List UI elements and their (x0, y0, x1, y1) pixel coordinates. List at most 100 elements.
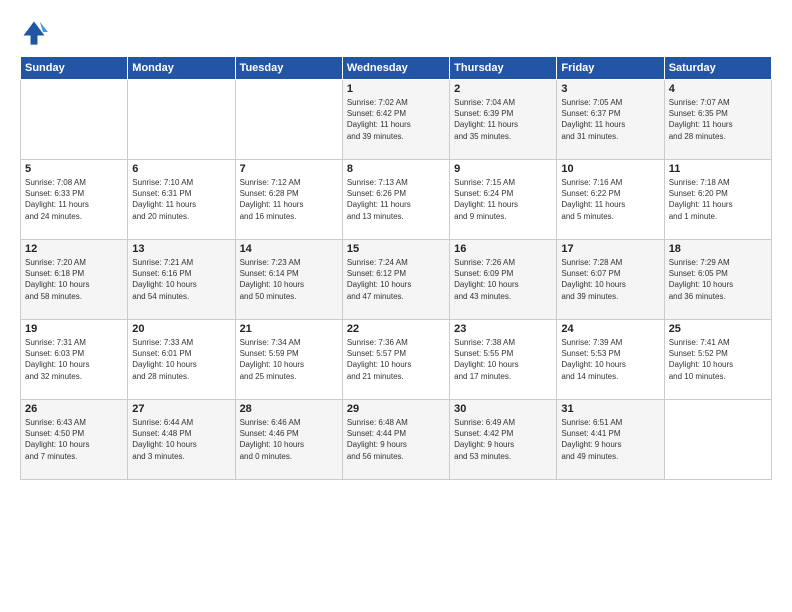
cell-content: Sunrise: 7:12 AM Sunset: 6:28 PM Dayligh… (240, 177, 338, 222)
calendar-cell: 26 Sunrise: 6:43 AM Sunset: 4:50 PM Dayli… (21, 400, 128, 480)
calendar-table: SundayMondayTuesdayWednesdayThursdayFrid… (20, 56, 772, 480)
calendar-cell: 4Sunrise: 7:07 AM Sunset: 6:35 PM Daylig… (664, 80, 771, 160)
calendar-cell: 31Sunrise: 6:51 AM Sunset: 4:41 PM Dayli… (557, 400, 664, 480)
day-number: 2 (454, 83, 552, 95)
calendar-cell: 3 Sunrise: 7:05 AM Sunset: 6:37 PM Daylig… (557, 80, 664, 160)
calendar-container: SundayMondayTuesdayWednesdayThursdayFrid… (0, 0, 792, 490)
day-number: 27 (132, 403, 230, 415)
day-number: 12 (25, 243, 123, 255)
calendar-cell: 30 Sunrise: 6:49 AM Sunset: 4:42 PM Dayli… (450, 400, 557, 480)
cell-content: Sunrise: 7:10 AM Sunset: 6:31 PM Dayligh… (132, 177, 230, 222)
calendar-cell: 19 Sunrise: 7:31 AM Sunset: 6:03 PM Dayli… (21, 320, 128, 400)
calendar-cell: 7 Sunrise: 7:12 AM Sunset: 6:28 PM Daylig… (235, 160, 342, 240)
week-row-5: 26 Sunrise: 6:43 AM Sunset: 4:50 PM Dayli… (21, 400, 772, 480)
logo (20, 18, 52, 46)
day-number: 5 (25, 163, 123, 175)
day-number: 15 (347, 243, 445, 255)
calendar-cell: 17 Sunrise: 7:28 AM Sunset: 6:07 PM Dayli… (557, 240, 664, 320)
day-number: 14 (240, 243, 338, 255)
day-number: 7 (240, 163, 338, 175)
cell-content: Sunrise: 7:34 AM Sunset: 5:59 PM Dayligh… (240, 337, 338, 382)
week-row-3: 12 Sunrise: 7:20 AM Sunset: 6:18 PM Dayli… (21, 240, 772, 320)
week-row-4: 19 Sunrise: 7:31 AM Sunset: 6:03 PM Dayli… (21, 320, 772, 400)
calendar-cell: 9 Sunrise: 7:15 AM Sunset: 6:24 PM Daylig… (450, 160, 557, 240)
day-number: 19 (25, 323, 123, 335)
calendar-cell: 29 Sunrise: 6:48 AM Sunset: 4:44 PM Dayli… (342, 400, 449, 480)
cell-content: Sunrise: 7:16 AM Sunset: 6:22 PM Dayligh… (561, 177, 659, 222)
cell-content: Sunrise: 6:51 AM Sunset: 4:41 PM Dayligh… (561, 417, 659, 462)
cell-content: Sunrise: 7:24 AM Sunset: 6:12 PM Dayligh… (347, 257, 445, 302)
day-number: 17 (561, 243, 659, 255)
cell-content: Sunrise: 7:31 AM Sunset: 6:03 PM Dayligh… (25, 337, 123, 382)
day-number: 13 (132, 243, 230, 255)
cell-content: Sunrise: 7:36 AM Sunset: 5:57 PM Dayligh… (347, 337, 445, 382)
cell-content: Sunrise: 7:20 AM Sunset: 6:18 PM Dayligh… (25, 257, 123, 302)
calendar-cell: 18Sunrise: 7:29 AM Sunset: 6:05 PM Dayli… (664, 240, 771, 320)
day-number: 24 (561, 323, 659, 335)
header (20, 18, 772, 46)
day-number: 22 (347, 323, 445, 335)
calendar-cell: 28 Sunrise: 6:46 AM Sunset: 4:46 PM Dayli… (235, 400, 342, 480)
calendar-cell: 11Sunrise: 7:18 AM Sunset: 6:20 PM Dayli… (664, 160, 771, 240)
day-number: 10 (561, 163, 659, 175)
calendar-cell: 22 Sunrise: 7:36 AM Sunset: 5:57 PM Dayli… (342, 320, 449, 400)
weekday-header-tuesday: Tuesday (235, 57, 342, 80)
calendar-cell: 16Sunrise: 7:26 AM Sunset: 6:09 PM Dayli… (450, 240, 557, 320)
day-number: 23 (454, 323, 552, 335)
weekday-header-row: SundayMondayTuesdayWednesdayThursdayFrid… (21, 57, 772, 80)
calendar-cell: 1Sunrise: 7:02 AM Sunset: 6:42 PM Daylig… (342, 80, 449, 160)
weekday-header-sunday: Sunday (21, 57, 128, 80)
calendar-cell: 25 Sunrise: 7:41 AM Sunset: 5:52 PM Dayli… (664, 320, 771, 400)
cell-content: Sunrise: 6:43 AM Sunset: 4:50 PM Dayligh… (25, 417, 123, 462)
day-number: 3 (561, 83, 659, 95)
calendar-cell: 15 Sunrise: 7:24 AM Sunset: 6:12 PM Dayli… (342, 240, 449, 320)
cell-content: Sunrise: 7:13 AM Sunset: 6:26 PM Dayligh… (347, 177, 445, 222)
day-number: 29 (347, 403, 445, 415)
day-number: 20 (132, 323, 230, 335)
cell-content: Sunrise: 7:04 AM Sunset: 6:39 PM Dayligh… (454, 97, 552, 142)
cell-content: Sunrise: 7:15 AM Sunset: 6:24 PM Dayligh… (454, 177, 552, 222)
day-number: 11 (669, 163, 767, 175)
day-number: 30 (454, 403, 552, 415)
day-number: 25 (669, 323, 767, 335)
weekday-header-thursday: Thursday (450, 57, 557, 80)
day-number: 1 (347, 83, 445, 95)
calendar-cell: 20Sunrise: 7:33 AM Sunset: 6:01 PM Dayli… (128, 320, 235, 400)
cell-content: Sunrise: 7:38 AM Sunset: 5:55 PM Dayligh… (454, 337, 552, 382)
cell-content: Sunrise: 7:23 AM Sunset: 6:14 PM Dayligh… (240, 257, 338, 302)
cell-content: Sunrise: 7:29 AM Sunset: 6:05 PM Dayligh… (669, 257, 767, 302)
cell-content: Sunrise: 6:46 AM Sunset: 4:46 PM Dayligh… (240, 417, 338, 462)
weekday-header-wednesday: Wednesday (342, 57, 449, 80)
calendar-cell: 8 Sunrise: 7:13 AM Sunset: 6:26 PM Daylig… (342, 160, 449, 240)
week-row-2: 5 Sunrise: 7:08 AM Sunset: 6:33 PM Daylig… (21, 160, 772, 240)
weekday-header-friday: Friday (557, 57, 664, 80)
day-number: 28 (240, 403, 338, 415)
logo-icon (20, 18, 48, 46)
day-number: 21 (240, 323, 338, 335)
cell-content: Sunrise: 6:49 AM Sunset: 4:42 PM Dayligh… (454, 417, 552, 462)
calendar-cell: 13 Sunrise: 7:21 AM Sunset: 6:16 PM Dayli… (128, 240, 235, 320)
day-number: 9 (454, 163, 552, 175)
calendar-cell: 10 Sunrise: 7:16 AM Sunset: 6:22 PM Dayli… (557, 160, 664, 240)
calendar-cell: 5 Sunrise: 7:08 AM Sunset: 6:33 PM Daylig… (21, 160, 128, 240)
calendar-cell: 12 Sunrise: 7:20 AM Sunset: 6:18 PM Dayli… (21, 240, 128, 320)
day-number: 6 (132, 163, 230, 175)
calendar-cell: 27 Sunrise: 6:44 AM Sunset: 4:48 PM Dayli… (128, 400, 235, 480)
cell-content: Sunrise: 7:21 AM Sunset: 6:16 PM Dayligh… (132, 257, 230, 302)
cell-content: Sunrise: 6:44 AM Sunset: 4:48 PM Dayligh… (132, 417, 230, 462)
weekday-header-saturday: Saturday (664, 57, 771, 80)
day-number: 26 (25, 403, 123, 415)
cell-content: Sunrise: 7:08 AM Sunset: 6:33 PM Dayligh… (25, 177, 123, 222)
cell-content: Sunrise: 7:26 AM Sunset: 6:09 PM Dayligh… (454, 257, 552, 302)
day-number: 8 (347, 163, 445, 175)
calendar-cell: 21 Sunrise: 7:34 AM Sunset: 5:59 PM Dayli… (235, 320, 342, 400)
calendar-cell (128, 80, 235, 160)
calendar-cell (235, 80, 342, 160)
calendar-cell: 14 Sunrise: 7:23 AM Sunset: 6:14 PM Dayli… (235, 240, 342, 320)
cell-content: Sunrise: 7:41 AM Sunset: 5:52 PM Dayligh… (669, 337, 767, 382)
calendar-cell: 6 Sunrise: 7:10 AM Sunset: 6:31 PM Daylig… (128, 160, 235, 240)
cell-content: Sunrise: 7:05 AM Sunset: 6:37 PM Dayligh… (561, 97, 659, 142)
cell-content: Sunrise: 7:28 AM Sunset: 6:07 PM Dayligh… (561, 257, 659, 302)
calendar-cell (21, 80, 128, 160)
cell-content: Sunrise: 6:48 AM Sunset: 4:44 PM Dayligh… (347, 417, 445, 462)
